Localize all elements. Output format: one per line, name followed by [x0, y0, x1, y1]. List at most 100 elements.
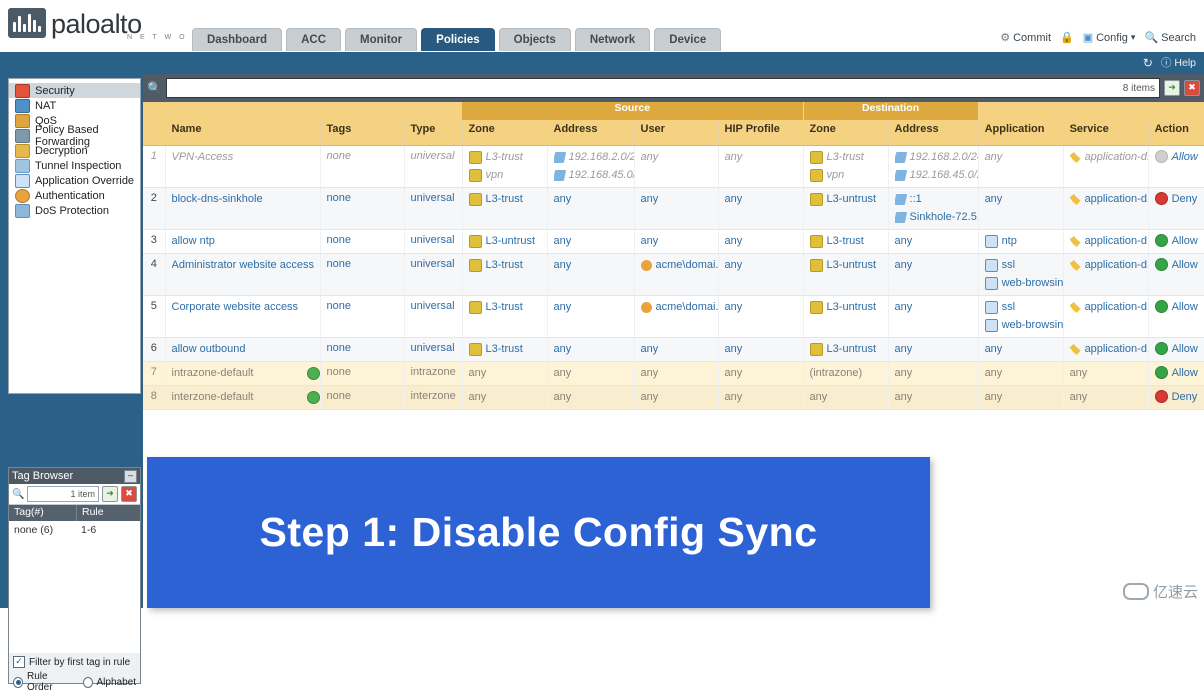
col-source-address[interactable]: Address: [547, 120, 634, 146]
cell-name[interactable]: VPN-Access: [165, 146, 320, 188]
cell-rownum: 6: [143, 338, 165, 362]
table-group-header-row: Source Destination: [143, 102, 1204, 120]
search-apply-button[interactable]: ➜: [1164, 80, 1180, 96]
cell-tags: none: [320, 296, 404, 338]
filter-checkbox[interactable]: ✓: [13, 656, 25, 668]
col-service[interactable]: Service: [1063, 120, 1148, 146]
cell-application: sslweb-browsing: [978, 254, 1063, 296]
lock-icon[interactable]: 🔒: [1060, 31, 1074, 44]
table-row[interactable]: 2block-dns-sinkholenoneuniversalL3-trust…: [143, 188, 1204, 230]
cell-name[interactable]: interzone-default: [165, 386, 320, 410]
action-badge: Allow: [1155, 234, 1204, 247]
col-destination-address[interactable]: Address: [888, 120, 978, 146]
sort-order-row: Rule Order Alphabet: [13, 671, 136, 693]
tag-browser-rows: none (6) 1-6: [9, 521, 140, 653]
addr-icon: [554, 152, 566, 163]
authentication-icon: [15, 189, 30, 203]
sidebar-item-dos-protection[interactable]: DoS Protection: [9, 203, 140, 218]
sidebar-item-tunnel-inspection[interactable]: Tunnel Inspection: [9, 158, 140, 173]
col-hip-profile[interactable]: HIP Profile: [718, 120, 803, 146]
application-entry: any: [985, 192, 1063, 207]
tag-browser-clear-button[interactable]: ✖: [121, 486, 137, 502]
cell-source-address: any: [547, 188, 634, 230]
tag-browser-minimize-button[interactable]: –: [124, 470, 137, 483]
col-application[interactable]: Application: [978, 120, 1063, 146]
col-source-zone[interactable]: Zone: [462, 120, 547, 146]
sidebar-item-authentication[interactable]: Authentication: [9, 188, 140, 203]
col-tags[interactable]: Tags: [320, 120, 404, 146]
cell-tags: none: [320, 338, 404, 362]
source-zone-entry: L3-trust: [469, 192, 547, 207]
search-button[interactable]: 🔍 Search: [1144, 31, 1196, 44]
destination-zone-entry: any: [810, 390, 888, 405]
cell-name[interactable]: block-dns-sinkhole: [165, 188, 320, 230]
qos-icon: [15, 114, 30, 128]
table-row[interactable]: 8interzone-defaultnoneinterzoneanyanyany…: [143, 386, 1204, 410]
destination-zone-entry: L3-untrust: [810, 300, 888, 315]
alphabetical-radio[interactable]: [83, 677, 93, 688]
col-name[interactable]: Name: [165, 120, 320, 146]
table-row[interactable]: 4Administrator website accessnoneunivers…: [143, 254, 1204, 296]
group-header-destination: Destination: [803, 102, 978, 120]
help-label: Help: [1174, 57, 1196, 69]
cell-name[interactable]: allow outbound: [165, 338, 320, 362]
rule-order-radio[interactable]: [13, 677, 23, 688]
source-address-entry: any: [554, 258, 634, 273]
col-source-user[interactable]: User: [634, 120, 718, 146]
table-row[interactable]: 3allow ntpnoneuniversalL3-untrustanyanya…: [143, 230, 1204, 254]
table-row[interactable]: 1VPN-AccessnoneuniversalL3-trustvpn192.1…: [143, 146, 1204, 188]
tag-browser-apply-button[interactable]: ➜: [102, 486, 118, 502]
commit-button[interactable]: ⚙ Commit: [1000, 31, 1051, 44]
tab-objects[interactable]: Objects: [499, 28, 571, 51]
sidebar-item-nat[interactable]: NAT: [9, 98, 140, 113]
cell-service: any: [1063, 386, 1148, 410]
application-entry: ssl: [985, 258, 1063, 273]
col-action[interactable]: Action: [1148, 120, 1204, 146]
table-row[interactable]: 6allow outboundnoneuniversalL3-trustanya…: [143, 338, 1204, 362]
addr-icon: [895, 212, 907, 223]
source-address-entry: 192.168.45.0/24: [554, 168, 634, 183]
source-user-entry: acme\domai...: [641, 258, 718, 273]
tab-device[interactable]: Device: [654, 28, 721, 51]
zone-icon: [469, 151, 482, 164]
tab-policies[interactable]: Policies: [421, 28, 494, 51]
table-row[interactable]: 7intrazone-defaultnoneintrazoneanyanyany…: [143, 362, 1204, 386]
config-menu[interactable]: ▣ Config ▾: [1083, 31, 1136, 44]
svc-icon: [985, 319, 998, 332]
rule-search-input[interactable]: 8 items: [166, 78, 1160, 98]
cell-name[interactable]: intrazone-default: [165, 362, 320, 386]
cell-destination-zone: any: [803, 386, 888, 410]
cell-source-user: any: [634, 188, 718, 230]
sidebar-item-application-override[interactable]: Application Override: [9, 173, 140, 188]
refresh-icon[interactable]: ↻: [1143, 56, 1153, 70]
cell-source-user: any: [634, 386, 718, 410]
cell-destination-address: any: [888, 230, 978, 254]
sidebar-item-security[interactable]: Security: [9, 83, 140, 98]
sidebar-item-policy-based-forwarding[interactable]: Policy Based Forwarding: [9, 128, 140, 143]
table-body: 1VPN-AccessnoneuniversalL3-trustvpn192.1…: [143, 146, 1204, 410]
tag-browser-search-input[interactable]: 1 item: [27, 486, 99, 502]
filter-by-first-tag-row[interactable]: ✓ Filter by first tag in rule: [13, 656, 136, 668]
tag-browser-row[interactable]: none (6) 1-6: [9, 521, 140, 539]
application-entry: ssl: [985, 300, 1063, 315]
search-clear-button[interactable]: ✖: [1184, 80, 1200, 96]
tab-acc[interactable]: ACC: [286, 28, 341, 51]
cell-destination-zone: L3-untrust: [803, 188, 888, 230]
app-icon: [1070, 236, 1081, 247]
search-icon: 🔍: [12, 489, 24, 500]
action-badge: Deny: [1155, 192, 1204, 205]
zone-icon: [810, 193, 823, 206]
cell-type: intrazone: [404, 362, 462, 386]
cell-name[interactable]: allow ntp: [165, 230, 320, 254]
cell-hip-profile: any: [718, 146, 803, 188]
tab-network[interactable]: Network: [575, 28, 650, 51]
col-type[interactable]: Type: [404, 120, 462, 146]
cell-name[interactable]: Administrator website access: [165, 254, 320, 296]
tab-dashboard[interactable]: Dashboard: [192, 28, 282, 51]
col-destination-zone[interactable]: Zone: [803, 120, 888, 146]
table-row[interactable]: 5Corporate website accessnoneuniversalL3…: [143, 296, 1204, 338]
tab-monitor[interactable]: Monitor: [345, 28, 417, 51]
cell-name[interactable]: Corporate website access: [165, 296, 320, 338]
help-button[interactable]: ⓘ Help: [1161, 55, 1196, 70]
cell-hip-profile: any: [718, 230, 803, 254]
